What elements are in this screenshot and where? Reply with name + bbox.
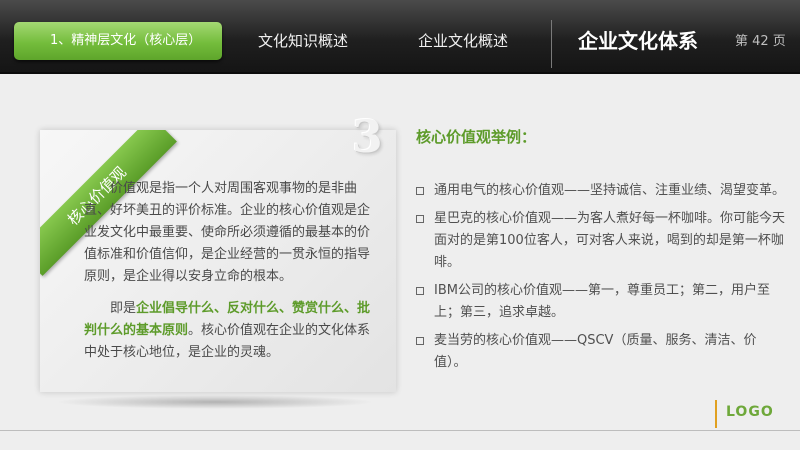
- list-item: IBM公司的核心价值观——第一，尊重员工；第二，用户至上；第三，追求卓越。: [416, 280, 786, 324]
- card-shadow: [55, 395, 375, 409]
- list-item: 通用电气的核心价值观——坚持诚信、注重业绩、渴望变革。: [416, 180, 786, 202]
- page-number: 第 42 页: [735, 34, 786, 49]
- principle-paragraph: 即是企业倡导什么、反对什么、赞赏什么、批判什么的基本原则。核心价值观在企业的文化…: [84, 298, 382, 364]
- top-navigation-bar: 1、精神层文化（核心层） 文化知识概述 企业文化概述 企业文化体系 第 42 页: [0, 0, 800, 74]
- examples-list: 通用电气的核心价值观——坚持诚信、注重业绩、渴望变革。 星巴克的核心价值观——为…: [416, 180, 786, 380]
- nav-divider: [551, 20, 552, 68]
- square-bullet-icon: [416, 337, 424, 345]
- example-mcdonalds: 麦当劳的核心价值观——QSCV（质量、服务、清洁、价值）。: [434, 333, 757, 370]
- square-bullet-icon: [416, 187, 424, 195]
- examples-title: 核心价值观举例：: [416, 128, 537, 146]
- principle-prefix: 即是: [110, 301, 137, 316]
- logo: LOGO: [726, 404, 774, 420]
- logo-accent-bar: [715, 400, 717, 428]
- square-bullet-icon: [416, 215, 424, 223]
- header-underline: [0, 72, 800, 74]
- square-bullet-icon: [416, 287, 424, 295]
- example-starbucks: 星巴克的核心价值观——为客人煮好每一杯咖啡。你可能今天面对的是第100位客人，可…: [434, 211, 786, 270]
- list-item: 星巴克的核心价值观——为客人煮好每一杯咖啡。你可能今天面对的是第100位客人，可…: [416, 208, 786, 274]
- example-ibm: IBM公司的核心价值观——第一，尊重员工；第二，用户至上；第三，追求卓越。: [434, 283, 770, 320]
- tab-spiritual-culture[interactable]: 1、精神层文化（核心层）: [14, 22, 222, 60]
- nav-corporate-culture-overview[interactable]: 企业文化概述: [418, 26, 508, 56]
- nav-corporate-culture-system[interactable]: 企业文化体系: [578, 24, 698, 58]
- section-number: 3: [352, 112, 383, 163]
- nav-culture-knowledge[interactable]: 文化知识概述: [258, 26, 348, 56]
- list-item: 麦当劳的核心价值观——QSCV（质量、服务、清洁、价值）。: [416, 330, 786, 374]
- example-ge: 通用电气的核心价值观——坚持诚信、注重业绩、渴望变革。: [434, 183, 786, 198]
- definition-card: 核心价值观 价值观是指一个人对周围客观事物的是非曲直、好坏美丑的评价标准。企业的…: [40, 130, 396, 392]
- footer-divider: [0, 430, 800, 431]
- definition-paragraph: 价值观是指一个人对周围客观事物的是非曲直、好坏美丑的评价标准。企业的核心价值观是…: [84, 181, 371, 284]
